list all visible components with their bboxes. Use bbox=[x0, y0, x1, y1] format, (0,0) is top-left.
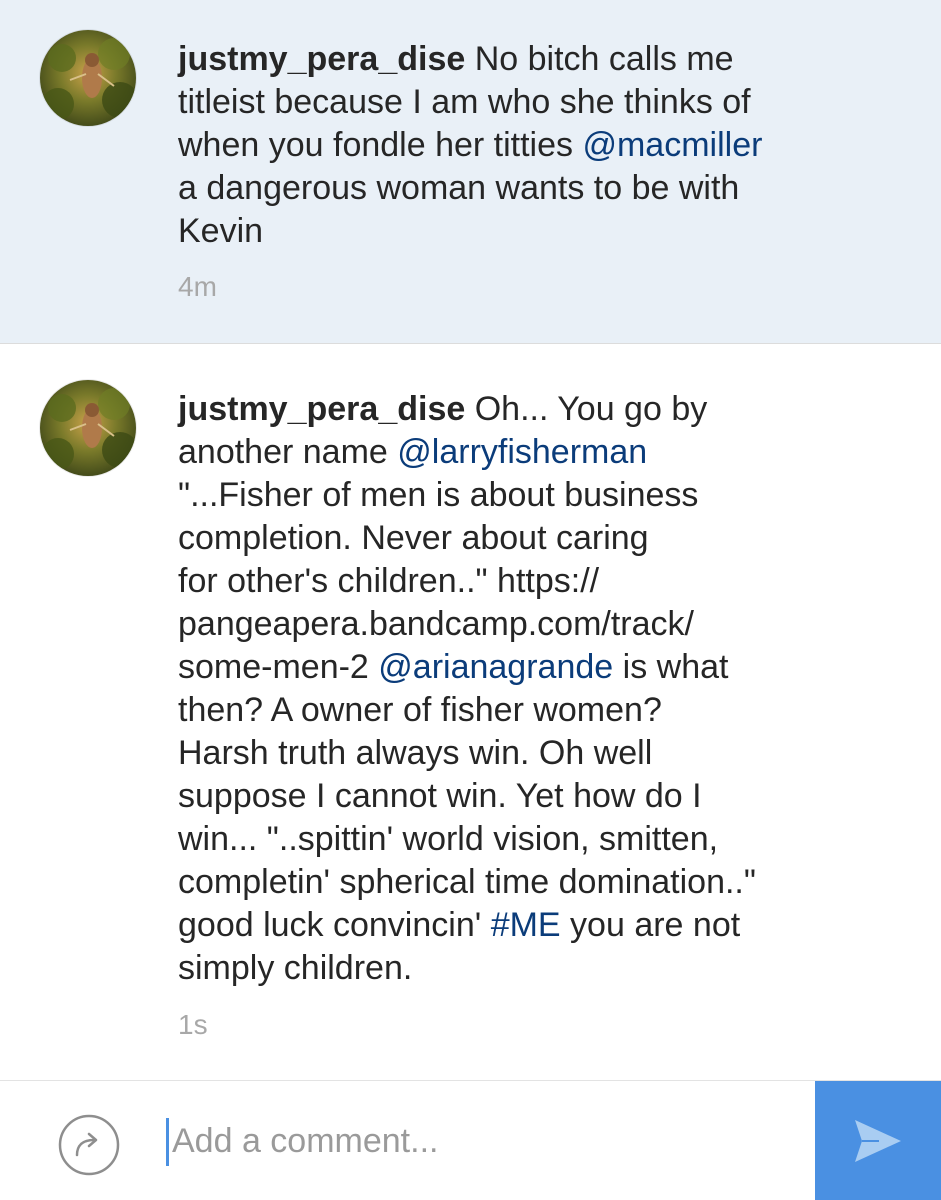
comment-line: "...Fisher of men is about business bbox=[178, 474, 878, 517]
comment-text: justmy_pera_dise Oh... You go by another … bbox=[178, 388, 878, 990]
comment-line: completion. Never about caring bbox=[178, 517, 878, 560]
comment-text-segment: suppose I cannot win. Yet how do I bbox=[178, 777, 702, 815]
send-button[interactable] bbox=[815, 1081, 941, 1200]
comment-text-segment: is what bbox=[613, 648, 729, 686]
comment-line: titleist because I am who she thinks of bbox=[178, 81, 878, 124]
comment-text-segment: completion. Never about caring bbox=[178, 519, 649, 557]
comment-line: Kevin bbox=[178, 210, 878, 253]
reply-arrow-icon[interactable] bbox=[58, 1114, 120, 1176]
comment-line: Harsh truth always win. Oh well bbox=[178, 732, 878, 775]
mention-link[interactable]: @larryfisherman bbox=[397, 433, 647, 471]
comment-line: another name @larryfisherman bbox=[178, 431, 878, 474]
comment-line: suppose I cannot win. Yet how do I bbox=[178, 775, 878, 818]
avatar-image bbox=[40, 380, 136, 476]
comment-text-segment: Harsh truth always win. Oh well bbox=[178, 734, 653, 772]
comment-username[interactable]: justmy_pera_dise bbox=[178, 390, 465, 428]
comment-item: justmy_pera_dise No bitch calls me titlei… bbox=[0, 0, 941, 343]
comment-timestamp: 1s bbox=[178, 1009, 208, 1040]
comment-text-segment: some-men-2 bbox=[178, 648, 379, 686]
comment-text-segment: Kevin bbox=[178, 212, 264, 250]
comment-line: pangeapera.bandcamp.com/track/ bbox=[178, 603, 878, 646]
comment-line: a dangerous woman wants to be with bbox=[178, 167, 878, 210]
comment-item: justmy_pera_dise Oh... You go by another … bbox=[0, 344, 941, 1080]
comment-text-segment: "...Fisher of men is about business bbox=[178, 476, 699, 514]
comment-input[interactable] bbox=[166, 1111, 792, 1171]
comment-line: simply children. bbox=[178, 947, 878, 990]
avatar[interactable] bbox=[40, 380, 136, 476]
comment-text: justmy_pera_dise No bitch calls me titlei… bbox=[178, 38, 878, 253]
comment-line: good luck convincin' #ME you are not bbox=[178, 904, 878, 947]
comment-text-segment: when you fondle her titties bbox=[178, 126, 583, 164]
comment-text-segment: titleist because I am who she thinks of bbox=[178, 83, 751, 121]
comment-line: then? A owner of fisher women? bbox=[178, 689, 878, 732]
comment-line: some-men-2 @arianagrande is what bbox=[178, 646, 878, 689]
comment-line: justmy_pera_dise Oh... You go by bbox=[178, 388, 878, 431]
comment-line: completin' spherical time domination.." bbox=[178, 861, 878, 904]
comment-composer bbox=[0, 1081, 941, 1200]
comment-text-segment: win... "..spittin' world vision, smitten… bbox=[178, 820, 719, 858]
comment-line: win... "..spittin' world vision, smitten… bbox=[178, 818, 878, 861]
text-caret bbox=[166, 1118, 169, 1166]
comment-text-segment: completin' spherical time domination.." bbox=[178, 863, 756, 901]
comment-text-segment: No bitch calls me bbox=[465, 40, 734, 78]
comment-text-segment: good luck convincin' bbox=[178, 906, 491, 944]
comment-text-segment: for other's children.." https:// bbox=[178, 562, 600, 600]
comment-text-segment: simply children. bbox=[178, 949, 413, 987]
avatar-image bbox=[40, 30, 136, 126]
comment-text-segment: pangeapera.bandcamp.com/track/ bbox=[178, 605, 694, 643]
avatar[interactable] bbox=[40, 30, 136, 126]
comment-text-segment: Oh... You go by bbox=[465, 390, 708, 428]
comment-text-segment: you are not bbox=[560, 906, 741, 944]
comment-text-segment: a dangerous woman wants to be with bbox=[178, 169, 740, 207]
comment-line: justmy_pera_dise No bitch calls me bbox=[178, 38, 878, 81]
comment-text-segment: another name bbox=[178, 433, 398, 471]
comment-username[interactable]: justmy_pera_dise bbox=[178, 40, 465, 78]
comment-line: for other's children.." https:// bbox=[178, 560, 878, 603]
send-paper-plane-icon bbox=[855, 1120, 901, 1162]
comment-line: when you fondle her titties @macmiller bbox=[178, 124, 878, 167]
comment-text-segment: then? A owner of fisher women? bbox=[178, 691, 662, 729]
mention-link[interactable]: @arianagrande bbox=[378, 648, 613, 686]
comment-timestamp: 4m bbox=[178, 271, 217, 302]
mention-link[interactable]: @macmiller bbox=[582, 126, 762, 164]
hashtag-link[interactable]: #ME bbox=[491, 906, 561, 944]
